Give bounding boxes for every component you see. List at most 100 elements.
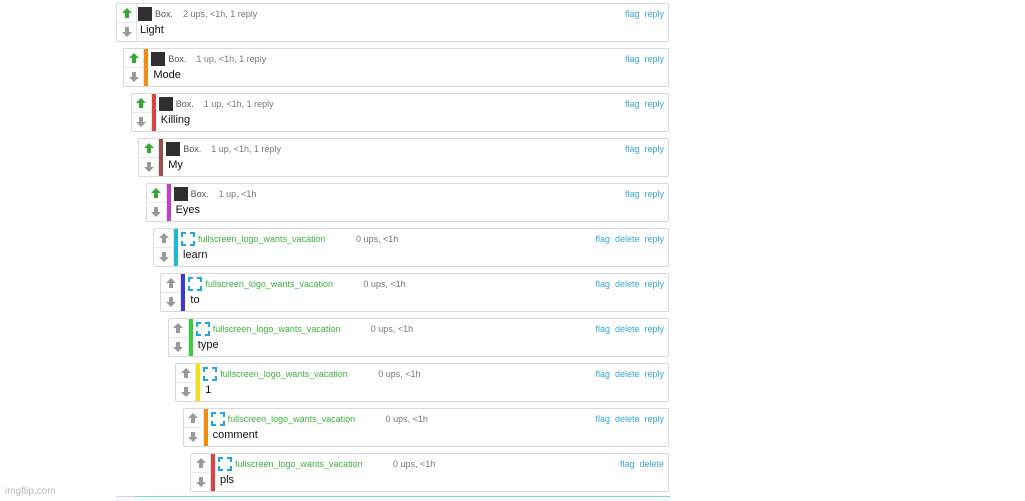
downvote-button[interactable] [161, 293, 180, 311]
upvote-button[interactable] [117, 4, 136, 23]
reply-link[interactable]: reply [644, 189, 664, 199]
fullscreen-icon[interactable] [203, 367, 218, 381]
delete-link[interactable]: delete [615, 234, 640, 244]
comment: Box. 1 up, <1h flag reply Eyes [145, 183, 669, 222]
upvote-button[interactable] [161, 274, 181, 293]
nesting-stripe [144, 49, 149, 86]
upvote-button[interactable] [154, 229, 173, 248]
username-link[interactable]: Box. [191, 189, 209, 199]
flag-link[interactable]: flag [625, 54, 640, 64]
vote-controls [168, 319, 189, 356]
comment-text: Killing [160, 114, 191, 126]
flag-link[interactable]: flag [625, 144, 640, 154]
flag-link[interactable]: flag [625, 9, 640, 19]
fullscreen-icon[interactable] [188, 277, 203, 291]
downvote-button[interactable] [117, 23, 136, 41]
username-link[interactable]: fullscreen_logo_wants_vacation [228, 414, 356, 424]
comment-meta: 0 ups, <1h [393, 459, 436, 469]
downvote-button[interactable] [132, 113, 151, 131]
comment-text: comment [212, 429, 258, 441]
user-avatar[interactable] [166, 142, 181, 156]
flag-link[interactable]: flag [595, 234, 610, 244]
user-avatar[interactable] [158, 97, 173, 111]
flag-link[interactable]: flag [595, 369, 610, 379]
comment-meta: 1 up, <1h [218, 189, 257, 199]
next-comment-edge [116, 496, 670, 501]
fullscreen-icon[interactable] [210, 412, 225, 426]
upvote-button[interactable] [168, 319, 188, 338]
vote-controls [161, 274, 182, 311]
upvote-button[interactable] [139, 139, 159, 158]
username-link[interactable]: fullscreen_logo_wants_vacation [205, 279, 333, 289]
delete-link[interactable]: delete [615, 279, 640, 289]
comment-meta: 2 ups, <1h, 1 reply [183, 9, 258, 19]
delete-link[interactable]: delete [615, 414, 640, 424]
reply-link[interactable]: reply [644, 369, 664, 379]
comment: fullscreen_logo_wants_vacation 0 ups, <1h… [160, 273, 669, 312]
username-link[interactable]: fullscreen_logo_wants_vacation [235, 459, 363, 469]
reply-link[interactable]: reply [644, 279, 664, 289]
user-avatar[interactable] [173, 187, 188, 201]
username-link[interactable]: Box. [183, 144, 201, 154]
reply-link[interactable]: reply [644, 99, 664, 109]
delete-link[interactable]: delete [615, 324, 640, 334]
downvote-button[interactable] [184, 428, 203, 446]
reply-link[interactable]: reply [644, 234, 664, 244]
reply-link[interactable]: reply [644, 414, 664, 424]
upvote-button[interactable] [183, 409, 203, 428]
upvote-button[interactable] [146, 184, 166, 203]
upvote-button[interactable] [124, 49, 144, 68]
downvote-button[interactable] [139, 158, 158, 176]
user-avatar[interactable] [138, 7, 152, 21]
delete-link[interactable]: delete [639, 459, 664, 469]
comment-text: type [197, 339, 219, 351]
downvote-button[interactable] [154, 248, 173, 266]
vote-controls [183, 409, 204, 446]
comment-meta: 0 ups, <1h [385, 414, 428, 424]
upvote-button[interactable] [131, 94, 151, 113]
flag-link[interactable]: flag [625, 189, 640, 199]
downvote-button[interactable] [124, 68, 143, 86]
reply-link[interactable]: reply [644, 9, 664, 19]
comment-text: Light [140, 24, 164, 36]
upvote-button[interactable] [176, 364, 196, 383]
username-link[interactable]: fullscreen_logo_wants_vacation [198, 234, 326, 244]
fullscreen-icon[interactable] [195, 322, 210, 336]
flag-link[interactable]: flag [620, 459, 635, 469]
fullscreen-icon[interactable] [218, 457, 232, 471]
username-link[interactable]: Box. [168, 54, 186, 64]
downvote-button[interactable] [147, 203, 166, 221]
comment: fullscreen_logo_wants_vacation 0 ups, <1h… [182, 408, 669, 447]
vote-controls [146, 184, 167, 221]
username-link[interactable]: fullscreen_logo_wants_vacation [213, 324, 341, 334]
comment-actions: flag delete reply [590, 279, 664, 289]
nesting-stripe [174, 229, 178, 266]
vote-controls [176, 364, 197, 401]
reply-link[interactable]: reply [644, 324, 664, 334]
flag-link[interactable]: flag [595, 324, 610, 334]
reply-link[interactable]: reply [644, 54, 664, 64]
comment-actions: flag reply [620, 99, 664, 109]
comment-meta: 1 up, <1h, 1 reply [203, 99, 274, 109]
reply-link[interactable]: reply [644, 144, 664, 154]
flag-link[interactable]: flag [595, 414, 610, 424]
username-link[interactable]: Box. [155, 9, 173, 19]
downvote-button[interactable] [176, 383, 195, 401]
delete-link[interactable]: delete [615, 369, 640, 379]
vote-controls [124, 49, 145, 86]
downvote-button[interactable] [191, 473, 210, 491]
flag-link[interactable]: flag [625, 99, 640, 109]
comment-meta: 0 ups, <1h [356, 234, 399, 244]
comment-meta: 1 up, <1h, 1 reply [196, 54, 267, 64]
username-link[interactable]: Box. [176, 99, 194, 109]
comment-meta: 0 ups, <1h [378, 369, 421, 379]
comment: fullscreen_logo_wants_vacation 0 ups, <1h… [153, 228, 669, 267]
fullscreen-icon[interactable] [181, 232, 195, 246]
username-link[interactable]: fullscreen_logo_wants_vacation [220, 369, 348, 379]
nesting-stripe [159, 139, 164, 176]
upvote-button[interactable] [191, 454, 210, 473]
flag-link[interactable]: flag [595, 279, 610, 289]
nesting-stripe [181, 274, 186, 311]
user-avatar[interactable] [151, 52, 166, 66]
downvote-button[interactable] [169, 338, 188, 356]
